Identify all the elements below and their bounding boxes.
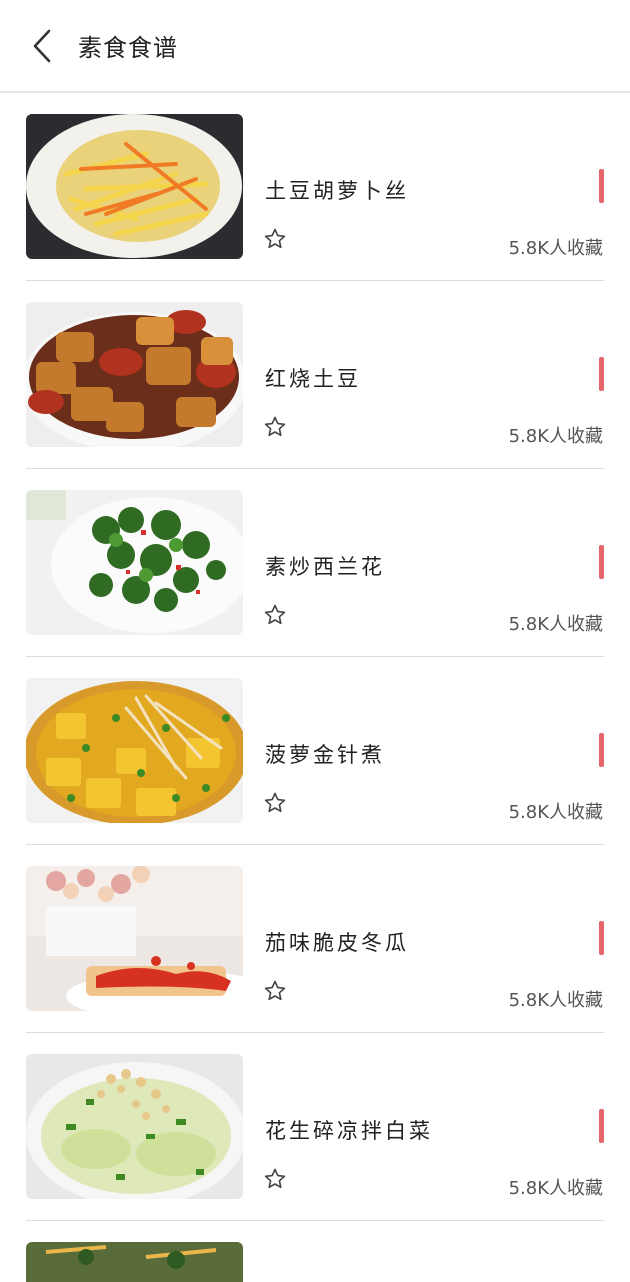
favorite-count: 5.8K人收藏 <box>508 990 603 1011</box>
star-outline-icon[interactable] <box>263 1167 287 1191</box>
recipe-image-pineapple-mushroom <box>26 678 243 823</box>
accent-marker <box>599 733 604 767</box>
recipe-item[interactable]: 茄味脆皮冬瓜 5.8K人收藏 <box>0 845 630 1033</box>
recipe-item[interactable]: 菠萝金针煮 5.8K人收藏 <box>0 657 630 845</box>
back-button[interactable] <box>12 0 72 92</box>
recipe-image-potato-carrot <box>26 114 243 259</box>
accent-marker <box>599 169 604 203</box>
favorite-count: 5.8K人收藏 <box>508 614 603 635</box>
recipe-name: 茄味脆皮冬瓜 <box>265 931 409 955</box>
recipe-name: 土豆胡萝卜丝 <box>265 179 409 203</box>
star-outline-icon[interactable] <box>263 791 287 815</box>
favorite-count: 5.8K人收藏 <box>508 1178 603 1199</box>
recipe-image-cabbage-peanut <box>26 1054 243 1199</box>
favorite-count: 5.8K人收藏 <box>508 238 603 259</box>
accent-marker <box>599 545 604 579</box>
accent-marker <box>599 921 604 955</box>
recipe-item-partial[interactable] <box>0 1221 630 1282</box>
app-header: 素食食谱 <box>0 0 630 93</box>
favorite-count: 5.8K人收藏 <box>508 426 603 447</box>
recipe-name: 花生碎凉拌白菜 <box>265 1119 433 1143</box>
recipe-image-braised-potato <box>26 302 243 447</box>
recipe-name: 红烧土豆 <box>265 367 361 391</box>
recipe-image-partial <box>26 1242 243 1282</box>
recipe-name: 菠萝金针煮 <box>265 743 385 767</box>
recipe-list: 土豆胡萝卜丝 5.8K人收藏 红烧土豆 5.8K人收藏 素炒西兰花 5.8K人收… <box>0 93 630 1282</box>
star-outline-icon[interactable] <box>263 415 287 439</box>
star-outline-icon[interactable] <box>263 227 287 251</box>
star-outline-icon[interactable] <box>263 603 287 627</box>
accent-marker <box>599 357 604 391</box>
recipe-item[interactable]: 红烧土豆 5.8K人收藏 <box>0 281 630 469</box>
favorite-count: 5.8K人收藏 <box>508 802 603 823</box>
recipe-item[interactable]: 花生碎凉拌白菜 5.8K人收藏 <box>0 1033 630 1221</box>
recipe-name: 素炒西兰花 <box>265 555 385 579</box>
recipe-image-winter-melon <box>26 866 243 1011</box>
page-title: 素食食谱 <box>78 34 178 62</box>
recipe-item[interactable]: 素炒西兰花 5.8K人收藏 <box>0 469 630 657</box>
star-outline-icon[interactable] <box>263 979 287 1003</box>
accent-marker <box>599 1109 604 1143</box>
chevron-left-icon <box>33 29 51 62</box>
recipe-image-broccoli <box>26 490 243 635</box>
recipe-item[interactable]: 土豆胡萝卜丝 5.8K人收藏 <box>0 93 630 281</box>
